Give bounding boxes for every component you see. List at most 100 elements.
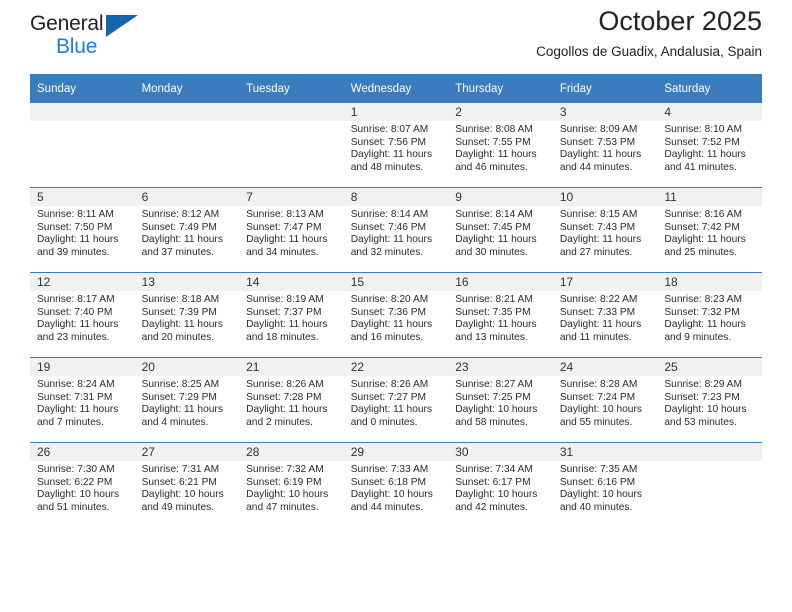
- calendar-day-cell[interactable]: 14 Sunrise: 8:19 AM Sunset: 7:37 PM Dayligh…: [239, 272, 344, 358]
- calendar-day-cell[interactable]: 13 Sunrise: 8:18 AM Sunset: 7:39 PM Dayligh…: [134, 272, 240, 358]
- sunrise-text: Sunrise: 8:22 AM: [559, 294, 638, 305]
- sunrise-sunset-calendar: Sunday Monday Tuesday Wednesday Thursday Frid…: [30, 74, 762, 527]
- day-cell-content: [657, 443, 762, 527]
- general-blue-logo[interactable]: General Blue: [30, 12, 150, 62]
- day-number: 6: [134, 188, 240, 206]
- day-sun-info: Sunrise: 8:29 AM Sunset: 7:23 PM Daylight:…: [657, 376, 762, 429]
- day-cell-content: 15 Sunrise: 8:20 AM Sunset: 7:36 PM Dayligh…: [343, 273, 449, 357]
- day-cell-content: 17 Sunrise: 8:22 AM Sunset: 7:33 PM Dayligh…: [552, 273, 658, 357]
- calendar-day-cell[interactable]: 18 Sunrise: 8:23 AM Sunset: 7:32 PM Dayligh…: [657, 272, 762, 358]
- day-number: 19: [30, 358, 135, 376]
- daylight-text-line1: Daylight: 10 hours: [350, 489, 433, 501]
- day-cell-content: 4 Sunrise: 8:10 AM Sunset: 7:52 PM Daylight…: [657, 103, 762, 187]
- daylight-text-line2: and 16 minutes.: [350, 331, 424, 343]
- day-number: 15: [343, 273, 449, 291]
- sunrise-text: Sunrise: 8:27 AM: [455, 379, 533, 390]
- weekday-header-tuesday: Tuesday: [239, 74, 344, 103]
- sunset-text: Sunset: 7:46 PM: [350, 221, 427, 233]
- calendar-day-cell[interactable]: 23 Sunrise: 8:27 AM Sunset: 7:25 PM Dayligh…: [448, 357, 553, 443]
- calendar-week-row: 12 Sunrise: 8:17 AM Sunset: 7:40 PM Dayligh…: [30, 272, 762, 358]
- calendar-day-cell[interactable]: 9 Sunrise: 8:14 AM Sunset: 7:45 PM Daylight…: [448, 187, 553, 273]
- calendar-day-cell[interactable]: 5 Sunrise: 8:11 AM Sunset: 7:50 PM Daylight…: [30, 187, 135, 273]
- day-number: 23: [448, 358, 553, 376]
- day-number: 30: [448, 443, 553, 461]
- calendar-day-cell[interactable]: 20 Sunrise: 8:25 AM Sunset: 7:29 PM Dayligh…: [134, 357, 240, 443]
- calendar-day-cell[interactable]: 7 Sunrise: 8:13 AM Sunset: 7:47 PM Daylight…: [239, 187, 344, 273]
- calendar-day-cell[interactable]: 21 Sunrise: 8:26 AM Sunset: 7:28 PM Dayligh…: [239, 357, 344, 443]
- daylight-text-line1: Daylight: 11 hours: [246, 404, 328, 416]
- daylight-text-line1: Daylight: 10 hours: [455, 404, 538, 416]
- sunrise-text: Sunrise: 8:16 AM: [664, 209, 742, 220]
- calendar-day-cell[interactable]: 6 Sunrise: 8:12 AM Sunset: 7:49 PM Daylight…: [134, 187, 240, 273]
- sunset-text: Sunset: 7:53 PM: [559, 136, 636, 148]
- daylight-text-line1: Daylight: 11 hours: [559, 234, 642, 246]
- day-number: 9: [448, 188, 553, 206]
- calendar-page: General Blue October 2025 Cogollos de Gu…: [0, 0, 792, 612]
- calendar-day-cell[interactable]: 17 Sunrise: 8:22 AM Sunset: 7:33 PM Dayligh…: [552, 272, 658, 358]
- calendar-day-cell[interactable]: 26 Sunrise: 7:30 AM Sunset: 6:22 PM Dayligh…: [30, 442, 135, 527]
- daylight-text-line1: Daylight: 10 hours: [141, 489, 224, 501]
- calendar-day-cell[interactable]: 29 Sunrise: 7:33 AM Sunset: 6:18 PM Dayligh…: [343, 442, 449, 527]
- calendar-day-cell[interactable]: 24 Sunrise: 8:28 AM Sunset: 7:24 PM Dayligh…: [552, 357, 658, 443]
- sunrise-text: Sunrise: 8:19 AM: [246, 294, 324, 305]
- calendar-day-cell[interactable]: 30 Sunrise: 7:34 AM Sunset: 6:17 PM Dayligh…: [448, 442, 553, 527]
- day-number: 18: [657, 273, 762, 291]
- day-cell-content: 9 Sunrise: 8:14 AM Sunset: 7:45 PM Daylight…: [448, 188, 553, 272]
- day-sun-info: Sunrise: 8:08 AM Sunset: 7:55 PM Daylight:…: [448, 121, 553, 174]
- day-sun-info: Sunrise: 8:07 AM Sunset: 7:56 PM Daylight:…: [344, 121, 449, 174]
- logo-text-blue: Blue: [56, 35, 98, 58]
- daylight-text-line2: and 40 minutes.: [559, 501, 633, 513]
- calendar-day-cell[interactable]: 2 Sunrise: 8:08 AM Sunset: 7:55 PM Daylight…: [448, 103, 553, 188]
- calendar-day-cell[interactable]: 8 Sunrise: 8:14 AM Sunset: 7:46 PM Daylight…: [343, 187, 449, 273]
- daylight-text-line2: and 37 minutes.: [141, 246, 215, 258]
- weekday-header-sunday: Sunday: [30, 74, 135, 103]
- calendar-day-cell[interactable]: 19 Sunrise: 8:24 AM Sunset: 7:31 PM Dayligh…: [30, 357, 135, 443]
- calendar-day-cell[interactable]: 16 Sunrise: 8:21 AM Sunset: 7:35 PM Dayligh…: [448, 272, 553, 358]
- location-subtitle: Cogollos de Guadix, Andalusia, Spain: [536, 44, 762, 59]
- daylight-text-line1: Daylight: 11 hours: [664, 234, 746, 246]
- day-sun-info: Sunrise: 8:11 AM Sunset: 7:50 PM Daylight:…: [30, 206, 135, 259]
- calendar-day-cell[interactable]: 12 Sunrise: 8:17 AM Sunset: 7:40 PM Dayligh…: [30, 272, 135, 358]
- day-cell-content: 19 Sunrise: 8:24 AM Sunset: 7:31 PM Dayligh…: [30, 358, 135, 442]
- calendar-day-cell[interactable]: 1 Sunrise: 8:07 AM Sunset: 7:56 PM Daylight…: [343, 103, 449, 188]
- calendar-day-cell[interactable]: 25 Sunrise: 8:29 AM Sunset: 7:23 PM Dayligh…: [657, 357, 762, 443]
- weekday-header-wednesday: Wednesday: [343, 74, 449, 103]
- day-number: 25: [657, 358, 762, 376]
- day-sun-info: Sunrise: 7:33 AM Sunset: 6:18 PM Daylight:…: [344, 461, 449, 514]
- day-cell-content: 26 Sunrise: 7:30 AM Sunset: 6:22 PM Dayligh…: [30, 443, 135, 527]
- calendar-day-cell[interactable]: 22 Sunrise: 8:26 AM Sunset: 7:27 PM Dayligh…: [343, 357, 449, 443]
- calendar-day-cell[interactable]: 4 Sunrise: 8:10 AM Sunset: 7:52 PM Daylight…: [657, 103, 762, 188]
- sunset-text: Sunset: 7:29 PM: [141, 391, 217, 403]
- day-cell-content: [239, 103, 344, 187]
- day-sun-info: Sunrise: 7:32 AM Sunset: 6:19 PM Daylight:…: [239, 461, 344, 514]
- calendar-day-cell[interactable]: 28 Sunrise: 7:32 AM Sunset: 6:19 PM Dayligh…: [239, 442, 344, 527]
- day-cell-content: [30, 103, 135, 187]
- calendar-day-cell[interactable]: 27 Sunrise: 7:31 AM Sunset: 6:21 PM Dayligh…: [134, 442, 240, 527]
- sunset-text: Sunset: 6:19 PM: [246, 476, 322, 488]
- calendar-day-cell[interactable]: 31 Sunrise: 7:35 AM Sunset: 6:16 PM Dayligh…: [552, 442, 658, 527]
- daylight-text-line1: Daylight: 11 hours: [246, 234, 328, 246]
- daylight-text-line1: Daylight: 11 hours: [141, 319, 223, 331]
- calendar-day-cell[interactable]: 11 Sunrise: 8:16 AM Sunset: 7:42 PM Dayligh…: [657, 187, 762, 273]
- sunset-text: Sunset: 7:32 PM: [664, 306, 740, 318]
- daylight-text-line2: and 27 minutes.: [559, 246, 633, 258]
- daylight-text-line2: and 47 minutes.: [246, 501, 319, 513]
- sunset-text: Sunset: 7:39 PM: [141, 306, 217, 318]
- day-number: [657, 443, 762, 461]
- daylight-text-line1: Daylight: 11 hours: [246, 319, 328, 331]
- day-cell-content: 29 Sunrise: 7:33 AM Sunset: 6:18 PM Dayligh…: [343, 443, 449, 527]
- calendar-day-cell[interactable]: 10 Sunrise: 8:15 AM Sunset: 7:43 PM Dayligh…: [552, 187, 658, 273]
- day-sun-info: Sunrise: 8:10 AM Sunset: 7:52 PM Daylight:…: [657, 121, 762, 174]
- calendar-week-row: 26 Sunrise: 7:30 AM Sunset: 6:22 PM Dayligh…: [30, 442, 762, 527]
- daylight-text-line2: and 7 minutes.: [37, 416, 104, 428]
- calendar-body: 1 Sunrise: 8:07 AM Sunset: 7:56 PM Daylight…: [30, 103, 762, 527]
- sunrise-text: Sunrise: 8:09 AM: [559, 124, 638, 135]
- day-sun-info: Sunrise: 7:35 AM Sunset: 6:16 PM Daylight:…: [553, 461, 658, 514]
- calendar-day-cell[interactable]: 15 Sunrise: 8:20 AM Sunset: 7:36 PM Dayligh…: [343, 272, 449, 358]
- day-cell-content: 8 Sunrise: 8:14 AM Sunset: 7:46 PM Daylight…: [343, 188, 449, 272]
- calendar-day-cell[interactable]: 3 Sunrise: 8:09 AM Sunset: 7:53 PM Daylight…: [552, 103, 658, 188]
- daylight-text-line2: and 25 minutes.: [664, 246, 737, 258]
- daylight-text-line1: Daylight: 11 hours: [37, 234, 119, 246]
- daylight-text-line1: Daylight: 11 hours: [455, 234, 537, 246]
- daylight-text-line1: Daylight: 10 hours: [37, 489, 120, 501]
